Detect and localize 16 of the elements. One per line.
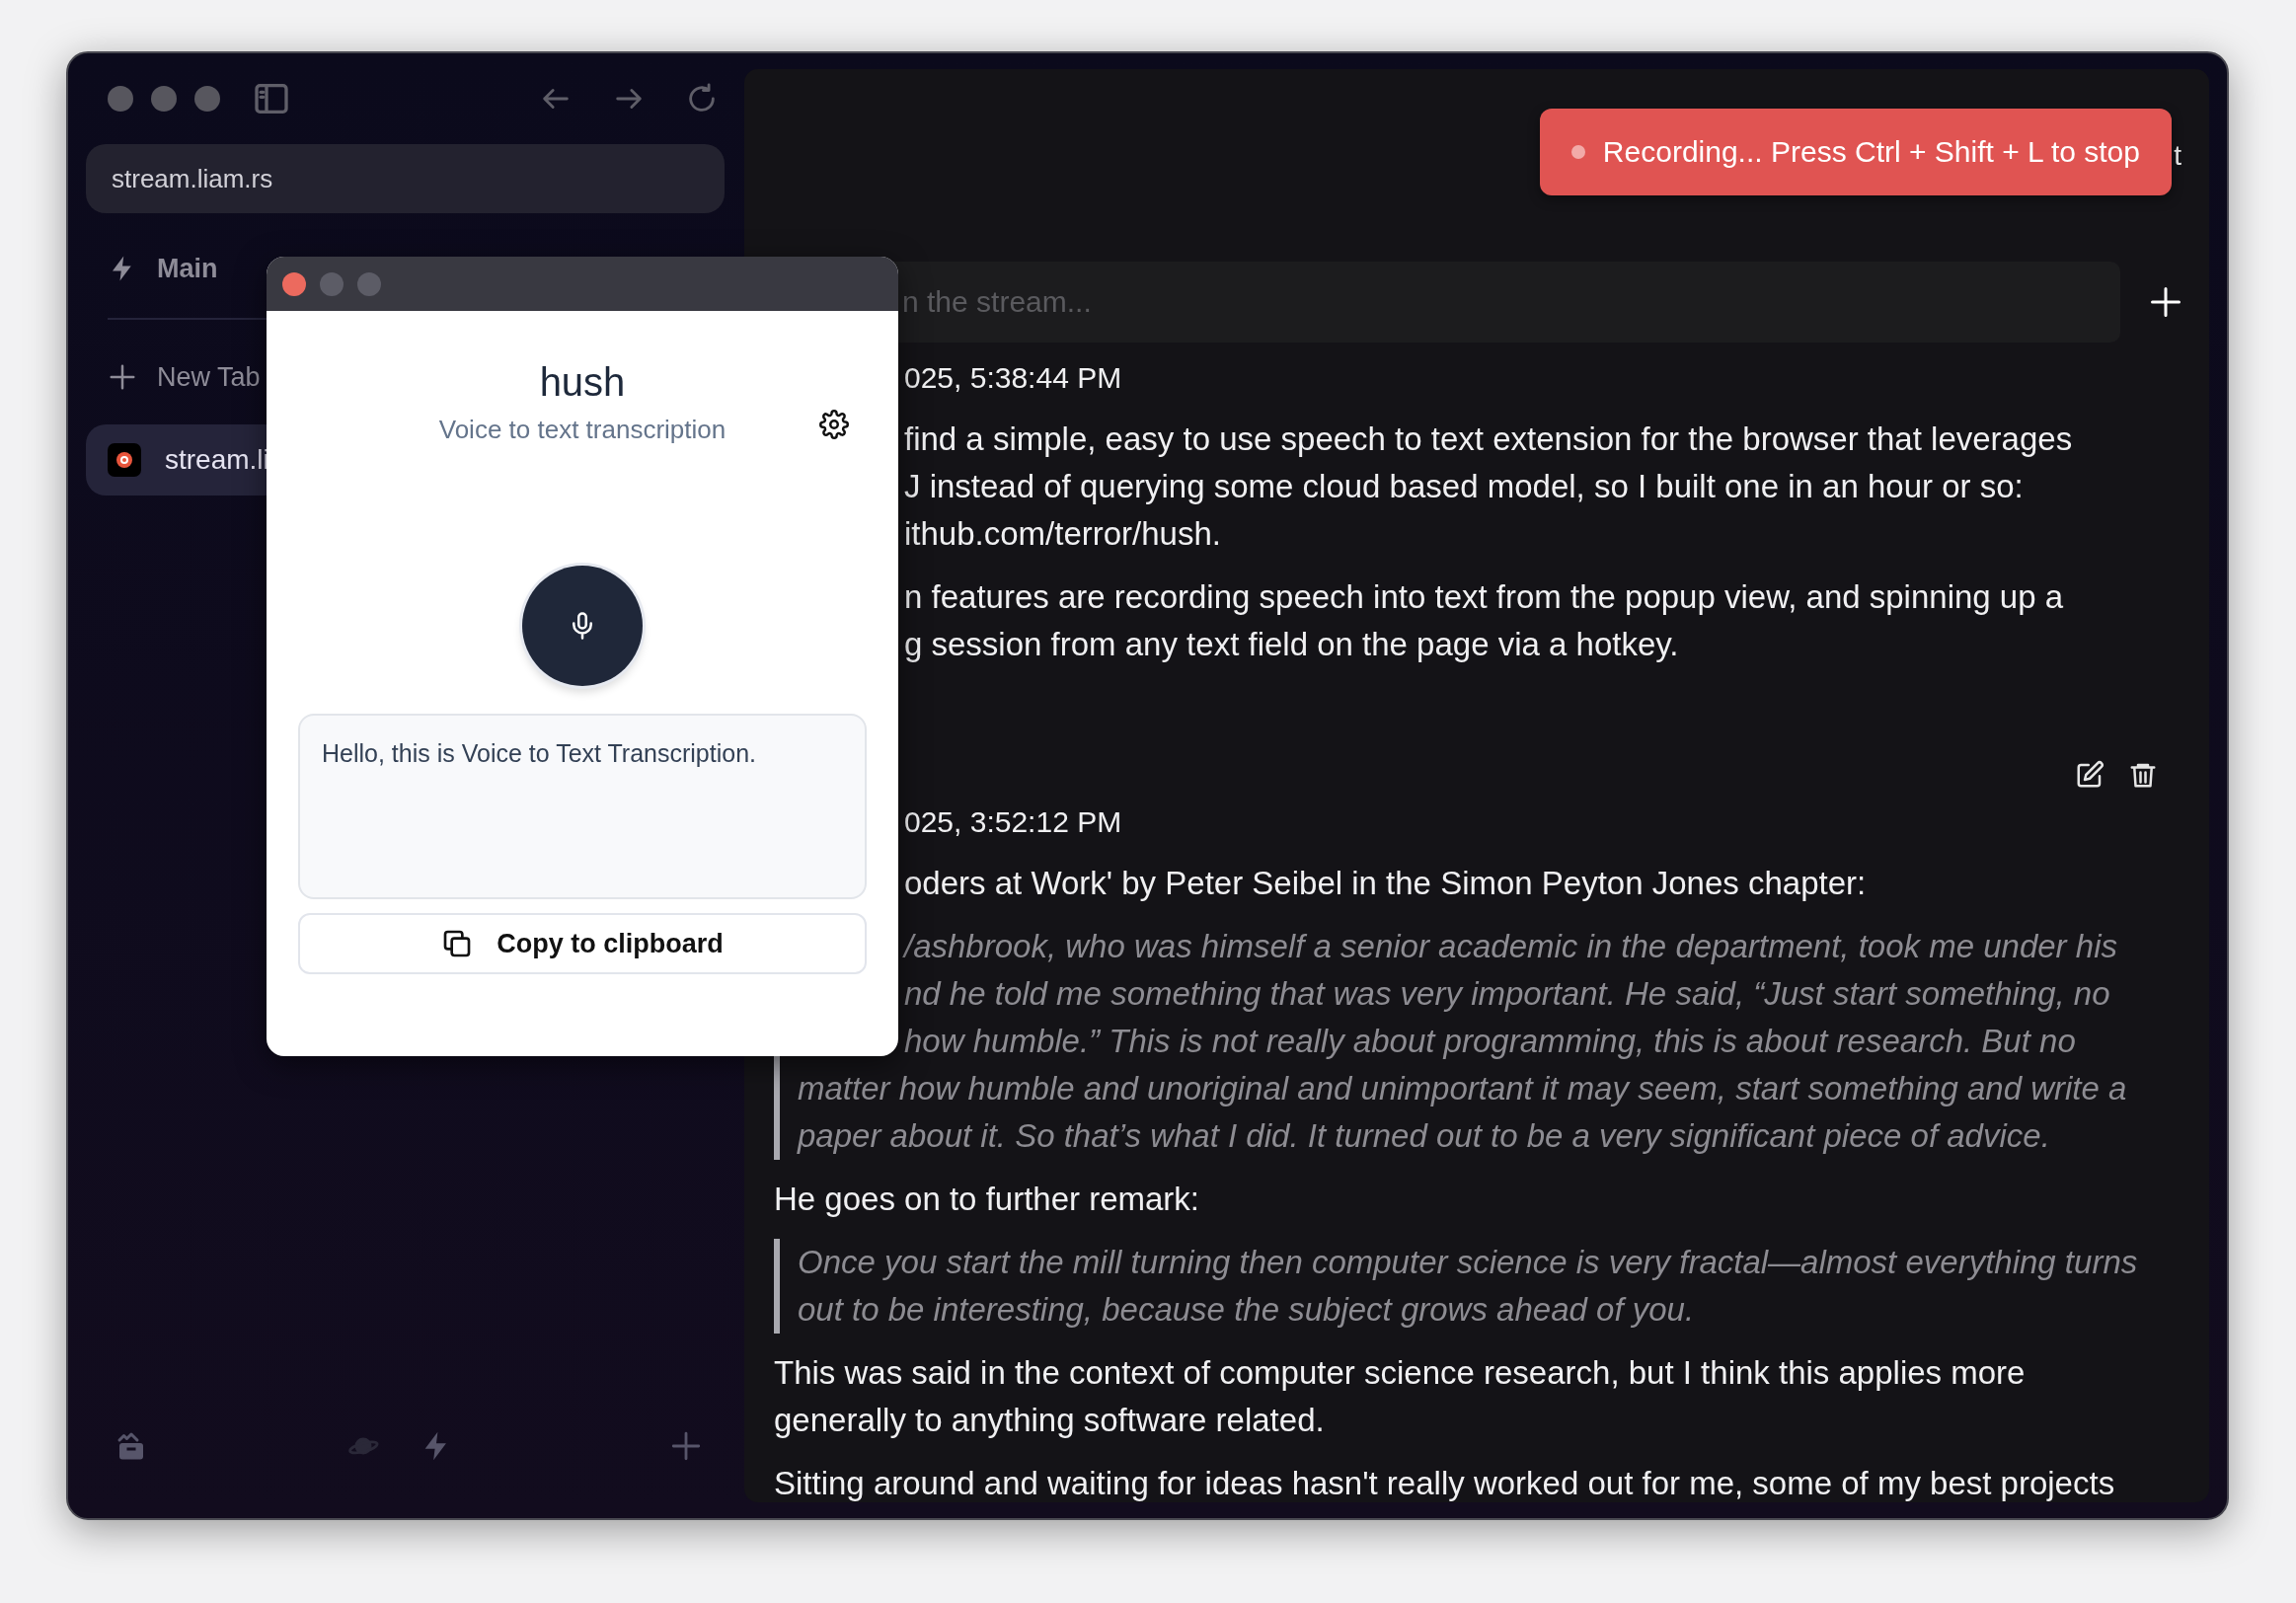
app-title: hush [539, 360, 626, 405]
item-label: New Tab [157, 361, 261, 393]
paragraph: This was said in the context of computer science research, but I think this applies more generally to anything software related. [774, 1353, 2027, 1440]
toast-message: Recording... Press Ctrl + Shift + L to stop [1602, 135, 2140, 169]
header-text: t [2174, 140, 2181, 173]
timestamp: 025, 5:38:44 PM [904, 360, 1123, 396]
paragraph: He goes on to further remark: [774, 1180, 1201, 1219]
paragraph: Sitting around and waiting for ideas hasn't really worked out for me, some of my best projects [774, 1464, 2116, 1502]
timestamp: 025, 3:52:12 PM [904, 804, 1123, 840]
item-label: Main [157, 253, 218, 284]
paragraph: n features are recording speech into text from the popup view, and spinning up a g session from any text field on the page via a hotkey. [904, 577, 2065, 664]
app-subtitle: Voice to text transcription [438, 415, 727, 445]
block-quote: Once you start the mill turning then computer science is very fractal—almost everything turns out to be interesting, because the subject grows ahead of you. [774, 1239, 2180, 1334]
paragraph: oders at Work' by Peter Seibel in the Simon Peyton Jones chapter: [904, 864, 1868, 903]
paragraph: find a simple, easy to use speech to text extension for the browser that leverages J instead of querying some cloud based model, so I built one in an hour or so: ithub.com/terror/hush. [904, 420, 2074, 554]
tab-title: stream.li [165, 444, 269, 476]
